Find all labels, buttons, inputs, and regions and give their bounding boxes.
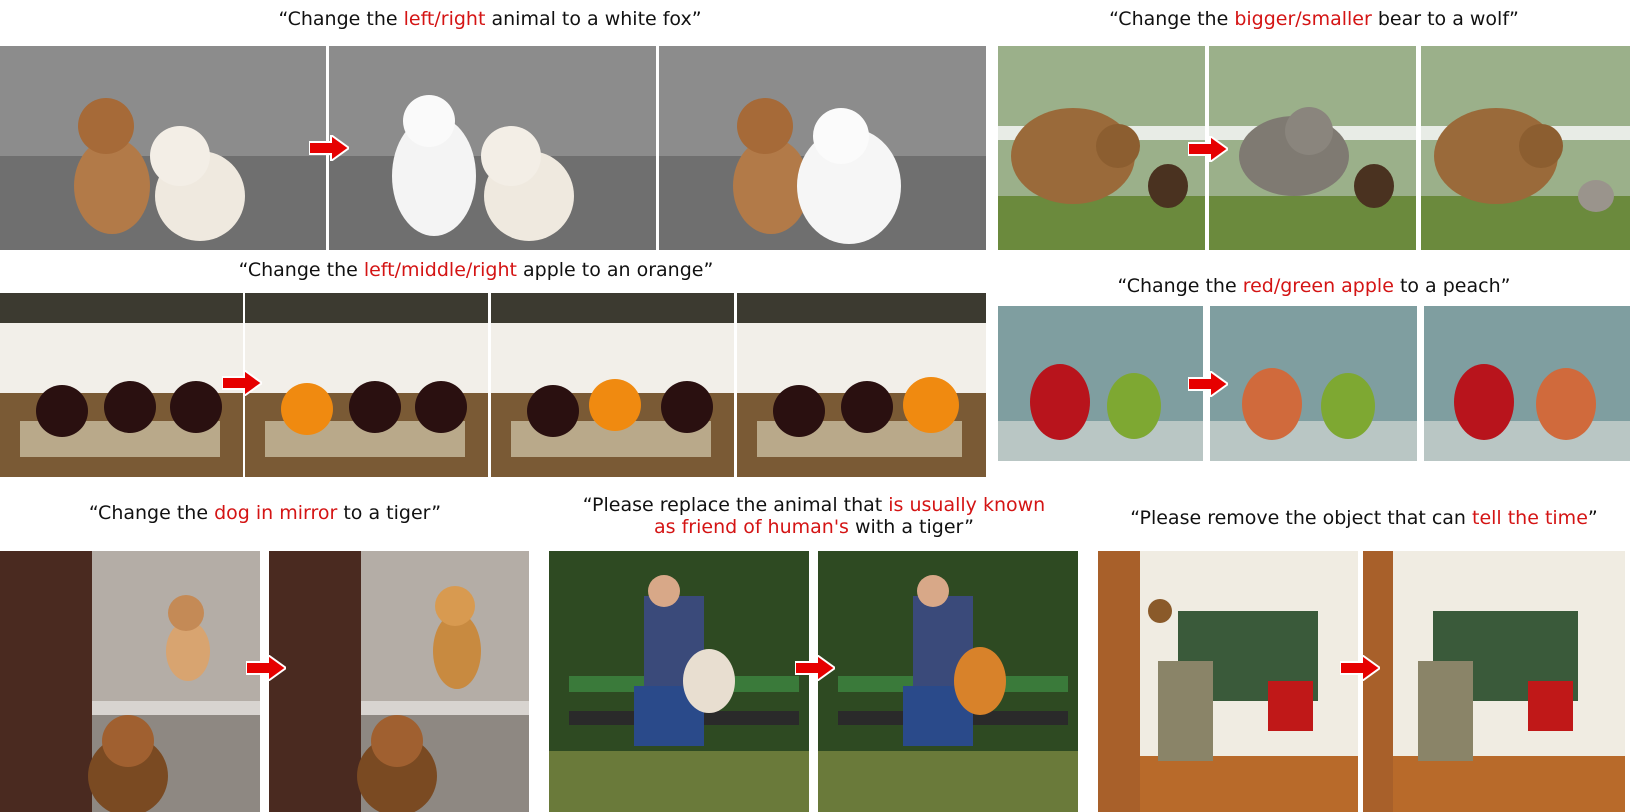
caption-text: “Change the xyxy=(1109,8,1235,30)
photo-room-clock-removed xyxy=(1363,551,1625,812)
photo-wolf-bigger xyxy=(1209,46,1416,250)
caption-text: ” xyxy=(1587,507,1598,529)
arrow-right-icon xyxy=(1188,136,1228,162)
caption-highlight: left/middle/right xyxy=(363,259,517,281)
caption-friend: “Please replace the animal that is usual… xyxy=(549,494,1079,538)
photo-apples-original xyxy=(0,293,243,477)
photo-tiger-mirror xyxy=(269,551,529,812)
caption-text: bear to a wolf” xyxy=(1371,8,1519,30)
caption-text: to a peach” xyxy=(1393,275,1511,297)
caption-peach: “Change the red/green apple to a peach” xyxy=(998,275,1630,297)
caption-orange: “Change the left/middle/right apple to a… xyxy=(0,259,952,281)
caption-highlight: tell the time xyxy=(1472,507,1588,529)
caption-text: “Change the xyxy=(1117,275,1243,297)
caption-text: with a tiger” xyxy=(848,516,974,538)
photo-man-tiger-bench xyxy=(818,551,1078,812)
arrow-right-icon xyxy=(795,655,835,681)
photo-orange-middle xyxy=(491,293,734,477)
photo-fox-left xyxy=(329,46,656,250)
caption-highlight: left/right xyxy=(403,8,486,30)
photo-man-dog-bench xyxy=(549,551,809,812)
photo-orange-left xyxy=(245,293,488,477)
caption-highlight: as friend of human's xyxy=(654,516,849,538)
arrow-right-icon xyxy=(222,370,262,396)
caption-highlight: dog in mirror xyxy=(214,502,338,524)
photo-room-with-clock xyxy=(1098,551,1358,812)
photo-wolf-smaller xyxy=(1421,46,1630,250)
caption-highlight: red/green apple xyxy=(1242,275,1394,297)
arrow-right-icon xyxy=(1340,655,1380,681)
caption-wolf: “Change the bigger/smaller bear to a wol… xyxy=(998,8,1630,30)
caption-text: “Change the xyxy=(88,502,215,524)
caption-highlight: is usually known xyxy=(888,494,1046,516)
caption-highlight: bigger/smaller xyxy=(1234,8,1372,30)
photo-dog-mirror xyxy=(0,551,260,812)
caption-mirror: “Change the dog in mirror to a tiger” xyxy=(0,502,530,524)
arrow-right-icon xyxy=(246,655,286,681)
photo-orange-right xyxy=(737,293,986,477)
caption-text: “Change the xyxy=(278,8,404,30)
arrow-right-icon xyxy=(1188,371,1228,397)
caption-text: to a tiger” xyxy=(337,502,442,524)
caption-fox: “Change the left/right animal to a white… xyxy=(0,8,980,30)
caption-text: “Please remove the object that can xyxy=(1130,507,1472,529)
photo-peach-green xyxy=(1424,306,1630,461)
photo-red-green-apples xyxy=(998,306,1203,461)
photo-fox-right xyxy=(659,46,986,250)
caption-clock: “Please remove the object that can tell … xyxy=(1098,507,1630,529)
photo-bears-original xyxy=(998,46,1205,250)
caption-text: “Please replace the animal that xyxy=(582,494,889,516)
caption-text: apple to an orange” xyxy=(516,259,714,281)
caption-text: animal to a white fox” xyxy=(485,8,702,30)
photo-peach-red xyxy=(1210,306,1417,461)
arrow-right-icon xyxy=(309,135,349,161)
caption-text: “Change the xyxy=(238,259,364,281)
photo-puppies-original xyxy=(0,46,326,250)
